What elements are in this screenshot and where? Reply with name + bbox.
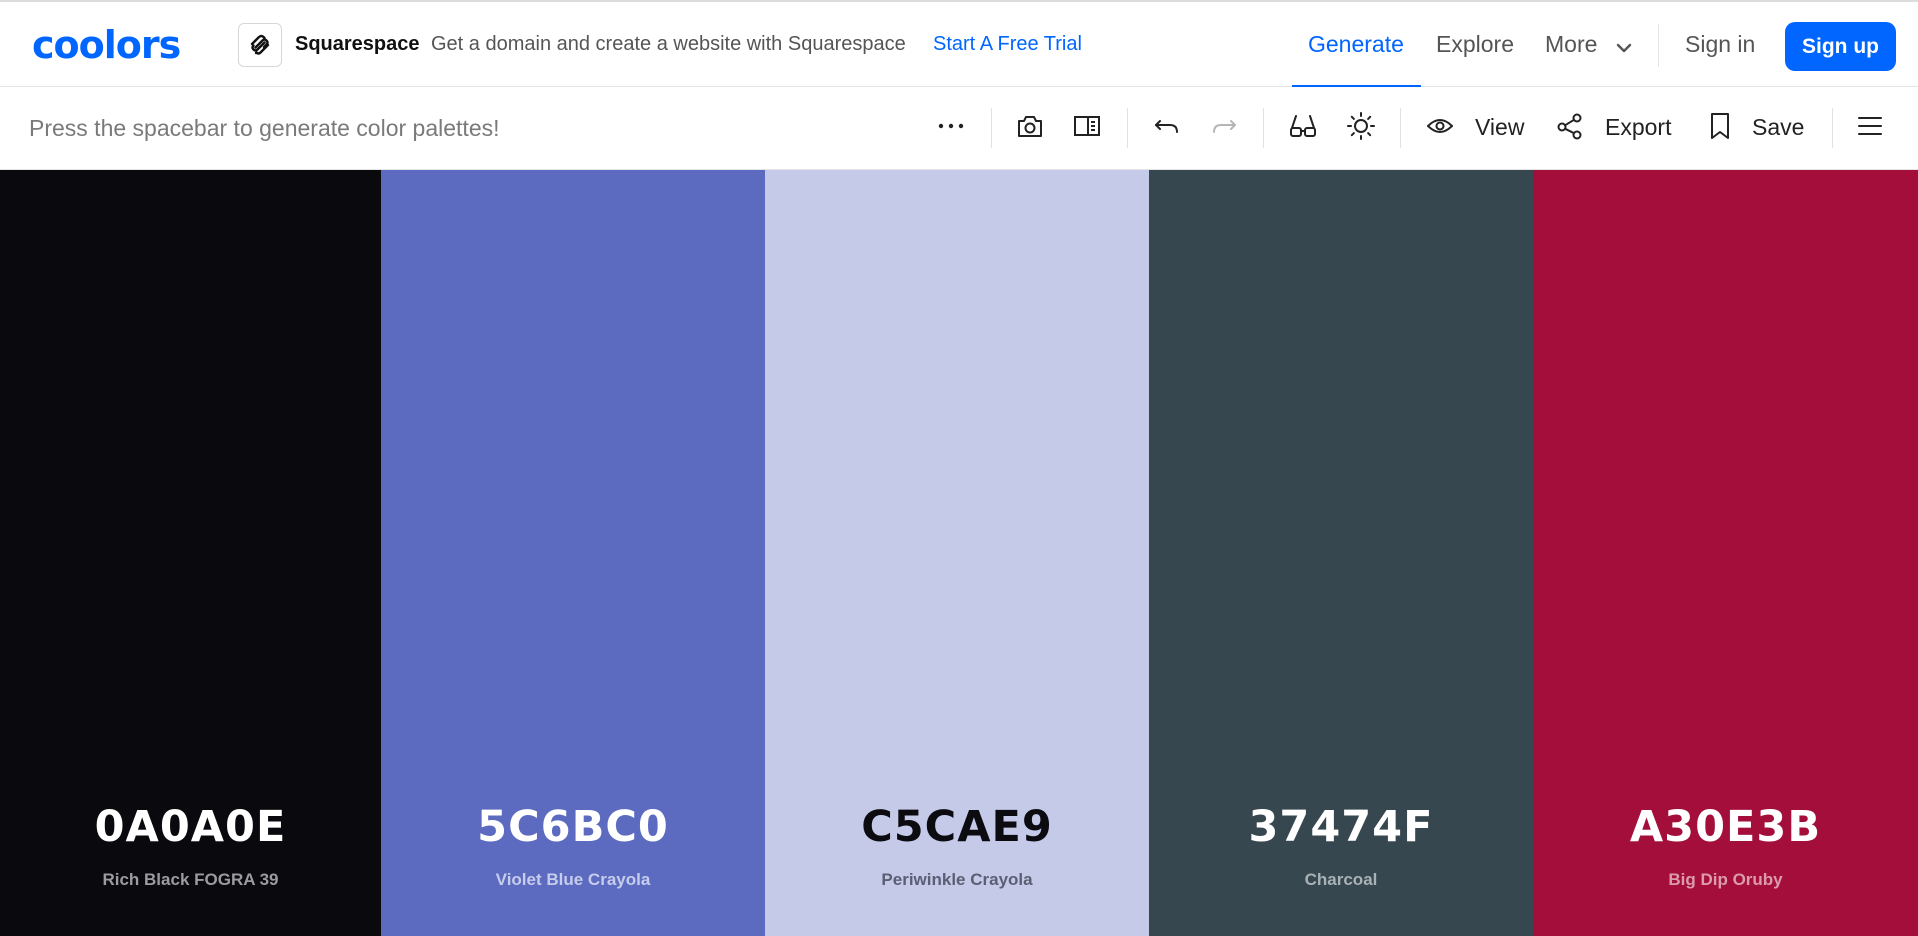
hamburger-menu-icon[interactable] [1855, 111, 1885, 141]
view-button[interactable]: View [1475, 114, 1524, 141]
color-swatch[interactable]: C5CAE9 Periwinkle Crayola [765, 170, 1149, 936]
toolbar-divider [1832, 108, 1833, 148]
color-palette: 0A0A0E Rich Black FOGRA 39 5C6BC0 Violet… [0, 170, 1918, 936]
toolbar-divider [991, 108, 992, 148]
eye-icon[interactable] [1425, 111, 1455, 141]
more-options-icon[interactable] [936, 111, 966, 141]
palette-toolbar: Press the spacebar to generate color pal… [0, 87, 1918, 170]
color-swatch[interactable]: A30E3B Big Dip Oruby [1533, 170, 1918, 936]
squarespace-logo-icon[interactable] [238, 23, 282, 67]
ad-description: Get a domain and create a website with S… [431, 33, 906, 55]
color-name: Rich Black FOGRA 39 [102, 870, 279, 889]
nav-generate-link[interactable]: Generate [1308, 31, 1404, 58]
color-name: Charcoal [1304, 870, 1378, 889]
toolbar-divider [1263, 108, 1264, 148]
color-name: Big Dip Oruby [1668, 870, 1783, 889]
coolors-logo[interactable]: coolors [32, 26, 202, 66]
toolbar-divider [1127, 108, 1128, 148]
color-hex-code[interactable]: 37474F [1149, 802, 1533, 852]
toolbar-divider [1400, 108, 1401, 148]
color-hex-code[interactable]: 0A0A0E [0, 802, 381, 852]
sign-in-link[interactable]: Sign in [1685, 31, 1755, 58]
save-button[interactable]: Save [1752, 114, 1804, 141]
camera-icon[interactable] [1015, 111, 1045, 141]
color-swatch[interactable]: 37474F Charcoal [1149, 170, 1533, 936]
top-navigation-bar: coolors Squarespace Get a domain and cre… [0, 0, 1918, 88]
side-panel-icon[interactable] [1072, 111, 1102, 141]
color-swatch[interactable]: 0A0A0E Rich Black FOGRA 39 [0, 170, 381, 936]
export-button[interactable]: Export [1605, 114, 1671, 141]
nav-more-menu[interactable]: More [1545, 31, 1597, 58]
spacebar-hint-text: Press the spacebar to generate color pal… [29, 115, 500, 141]
color-hex-code[interactable]: 5C6BC0 [381, 802, 765, 852]
bookmark-icon[interactable] [1705, 111, 1735, 141]
color-swatch[interactable]: 5C6BC0 Violet Blue Crayola [381, 170, 765, 936]
start-free-trial-link[interactable]: Start A Free Trial [933, 33, 1082, 56]
chevron-down-icon[interactable] [1614, 38, 1634, 58]
share-icon[interactable] [1555, 111, 1585, 141]
color-name: Violet Blue Crayola [495, 870, 651, 889]
nav-divider [1658, 24, 1659, 67]
color-hex-code[interactable]: A30E3B [1533, 802, 1918, 852]
color-name: Periwinkle Crayola [881, 870, 1033, 889]
logo-text: coolors [32, 26, 180, 66]
sign-up-button[interactable]: Sign up [1785, 22, 1896, 71]
nav-explore-link[interactable]: Explore [1436, 31, 1514, 58]
glasses-icon[interactable] [1288, 111, 1318, 141]
ad-brand-name: Squarespace [295, 33, 420, 55]
redo-icon[interactable] [1209, 111, 1239, 141]
undo-icon[interactable] [1152, 111, 1182, 141]
sun-icon[interactable] [1346, 111, 1376, 141]
color-hex-code[interactable]: C5CAE9 [765, 802, 1149, 852]
